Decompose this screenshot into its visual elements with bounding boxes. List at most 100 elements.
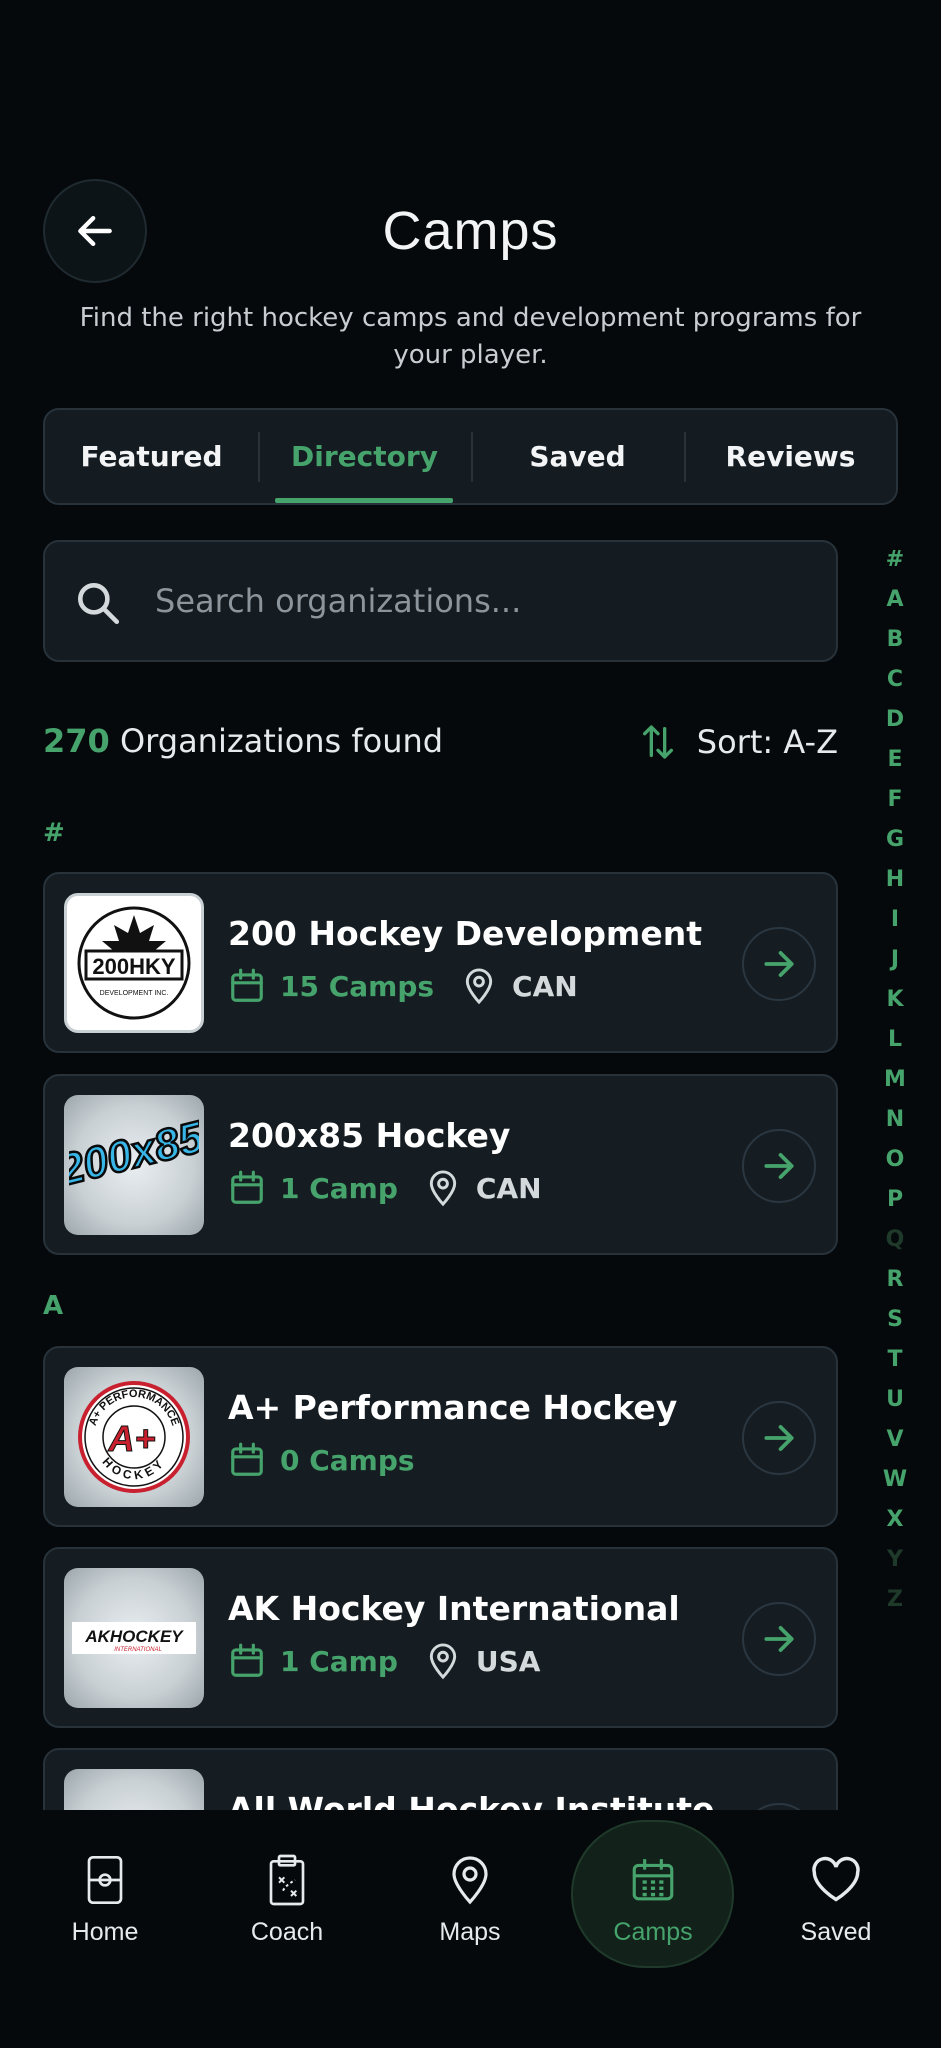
- open-org-button[interactable]: [742, 1401, 816, 1475]
- org-card-200-hockey-development[interactable]: 200HKY DEVELOPMENT INC. 200 Hockey Devel…: [43, 872, 838, 1053]
- open-org-button[interactable]: [742, 927, 816, 1001]
- ak-hockey-logo-icon: AKHOCKEY INTERNATIONAL: [72, 1622, 196, 1654]
- alphabet-index: # A B C D E F G H I J K L M N O P Q R S …: [872, 540, 918, 1620]
- page-subtitle: Find the right hockey camps and developm…: [79, 303, 862, 370]
- map-pin-icon: [465, 968, 493, 1005]
- az-letter[interactable]: G: [872, 820, 918, 860]
- org-logo: A+ PERFORMANCE HOCKEY A+: [64, 1367, 204, 1507]
- arrow-right-icon: [764, 1153, 794, 1179]
- az-letter[interactable]: S: [872, 1300, 918, 1340]
- search-input[interactable]: Search organizations...: [43, 540, 838, 662]
- org-card-ak-hockey-international[interactable]: AKHOCKEY INTERNATIONAL AK Hockey Interna…: [43, 1547, 838, 1728]
- org-camps: 15 Camps: [228, 966, 434, 1006]
- org-meta: 0 Camps: [228, 1440, 415, 1480]
- az-letter[interactable]: P: [872, 1180, 918, 1220]
- sort-button[interactable]: Sort: A-Z: [641, 722, 838, 762]
- page-title: Camps: [382, 201, 559, 261]
- svg-text:200HKY: 200HKY: [92, 954, 175, 979]
- az-letter[interactable]: H: [872, 860, 918, 900]
- sort-icon: [642, 725, 673, 759]
- org-location: CAN: [428, 1169, 542, 1207]
- az-letter[interactable]: L: [872, 1020, 918, 1060]
- org-logo: 200x85: [64, 1095, 204, 1235]
- search-icon: [78, 583, 120, 625]
- nav-home[interactable]: Home: [30, 1850, 180, 1947]
- org-name: 200x85 Hockey: [228, 1116, 511, 1155]
- arrow-right-icon: [764, 1425, 794, 1451]
- svg-text:A+: A+: [107, 1418, 155, 1459]
- org-meta: 1 Camp USA: [228, 1641, 540, 1681]
- az-letter[interactable]: C: [872, 660, 918, 700]
- az-letter[interactable]: I: [872, 900, 918, 940]
- org-card-a-plus-performance-hockey[interactable]: A+ PERFORMANCE HOCKEY A+ A+ Performance …: [43, 1346, 838, 1527]
- tab-directory[interactable]: Directory: [258, 410, 471, 503]
- org-meta: 1 Camp CAN: [228, 1168, 542, 1208]
- az-letter-disabled: Q: [885, 1227, 905, 1252]
- svg-text:INTERNATIONAL: INTERNATIONAL: [114, 1647, 162, 1653]
- map-pin-icon: [429, 1170, 457, 1207]
- tab-featured[interactable]: Featured: [45, 410, 258, 503]
- org-camps: 0 Camps: [228, 1440, 415, 1480]
- az-letter[interactable]: A: [872, 580, 918, 620]
- az-letter[interactable]: W: [872, 1460, 918, 1500]
- org-logo: AKHOCKEY INTERNATIONAL: [64, 1568, 204, 1708]
- map-pin-icon: [429, 1643, 457, 1680]
- a-plus-logo-icon: A+ PERFORMANCE HOCKEY A+: [78, 1381, 190, 1493]
- calendar-icon: [231, 1643, 263, 1677]
- nav-coach[interactable]: Coach: [212, 1850, 362, 1947]
- az-letter[interactable]: U: [872, 1380, 918, 1420]
- results-count: 270 Organizations found: [43, 722, 443, 760]
- nav-camps[interactable]: Camps: [578, 1850, 728, 1947]
- calendar-icon: [231, 968, 263, 1002]
- org-name: AK Hockey International: [228, 1589, 680, 1628]
- az-letter[interactable]: J: [872, 940, 918, 980]
- active-tab-indicator: [275, 498, 453, 503]
- az-letter[interactable]: V: [872, 1420, 918, 1460]
- open-org-button[interactable]: [742, 1129, 816, 1203]
- nav-saved[interactable]: Saved: [761, 1850, 911, 1947]
- open-org-button[interactable]: [742, 1602, 816, 1676]
- svg-text:DEVELOPMENT INC.: DEVELOPMENT INC.: [100, 990, 169, 997]
- arrow-right-icon: [764, 951, 794, 977]
- az-letter[interactable]: T: [872, 1340, 918, 1380]
- az-letter[interactable]: K: [872, 980, 918, 1020]
- az-letter[interactable]: B: [872, 620, 918, 660]
- bottom-nav: Home Coach Maps Camps Saved: [0, 1810, 941, 2048]
- calendar-icon: [231, 1170, 263, 1204]
- svg-text:200x85: 200x85: [69, 1112, 199, 1195]
- az-letter[interactable]: E: [872, 740, 918, 780]
- az-letter-disabled: Y: [887, 1547, 903, 1572]
- map-pin-icon: [452, 1856, 488, 1905]
- org-card-200x85-hockey[interactable]: 200x85 200x85 Hockey 1 Camp CAN: [43, 1074, 838, 1255]
- results-count-number: 270: [43, 722, 110, 760]
- section-header-hash: #: [43, 818, 65, 848]
- az-letter[interactable]: D: [872, 700, 918, 740]
- az-letter[interactable]: O: [872, 1140, 918, 1180]
- az-letter[interactable]: M: [872, 1060, 918, 1100]
- tab-saved[interactable]: Saved: [471, 410, 684, 503]
- nav-maps[interactable]: Maps: [395, 1850, 545, 1947]
- svg-text:AKHOCKEY: AKHOCKEY: [84, 1627, 184, 1646]
- heart-icon: [812, 1856, 860, 1902]
- org-name: A+ Performance Hockey: [228, 1388, 678, 1427]
- org-meta: 15 Camps CAN: [228, 966, 578, 1006]
- calendar-icon: [231, 1442, 263, 1476]
- org-camps: 1 Camp: [228, 1168, 398, 1208]
- az-letter[interactable]: N: [872, 1100, 918, 1140]
- az-letter[interactable]: F: [872, 780, 918, 820]
- section-header-a: A: [43, 1291, 64, 1321]
- az-letter[interactable]: X: [872, 1500, 918, 1540]
- az-letter[interactable]: R: [872, 1260, 918, 1300]
- org-camps: 1 Camp: [228, 1641, 398, 1681]
- org-location: CAN: [464, 967, 578, 1005]
- tab-reviews[interactable]: Reviews: [684, 410, 897, 503]
- clipboard-icon: [269, 1854, 305, 1906]
- calendar-icon: [632, 1859, 674, 1901]
- sort-label: Sort: A-Z: [696, 723, 838, 761]
- org-name: 200 Hockey Development: [228, 914, 702, 953]
- search-placeholder: Search organizations...: [155, 582, 522, 620]
- results-count-label: Organizations found: [119, 722, 444, 760]
- 200hky-logo-icon: 200HKY DEVELOPMENT INC.: [77, 906, 191, 1020]
- rink-icon: [87, 1856, 123, 1904]
- az-letter[interactable]: #: [872, 540, 918, 580]
